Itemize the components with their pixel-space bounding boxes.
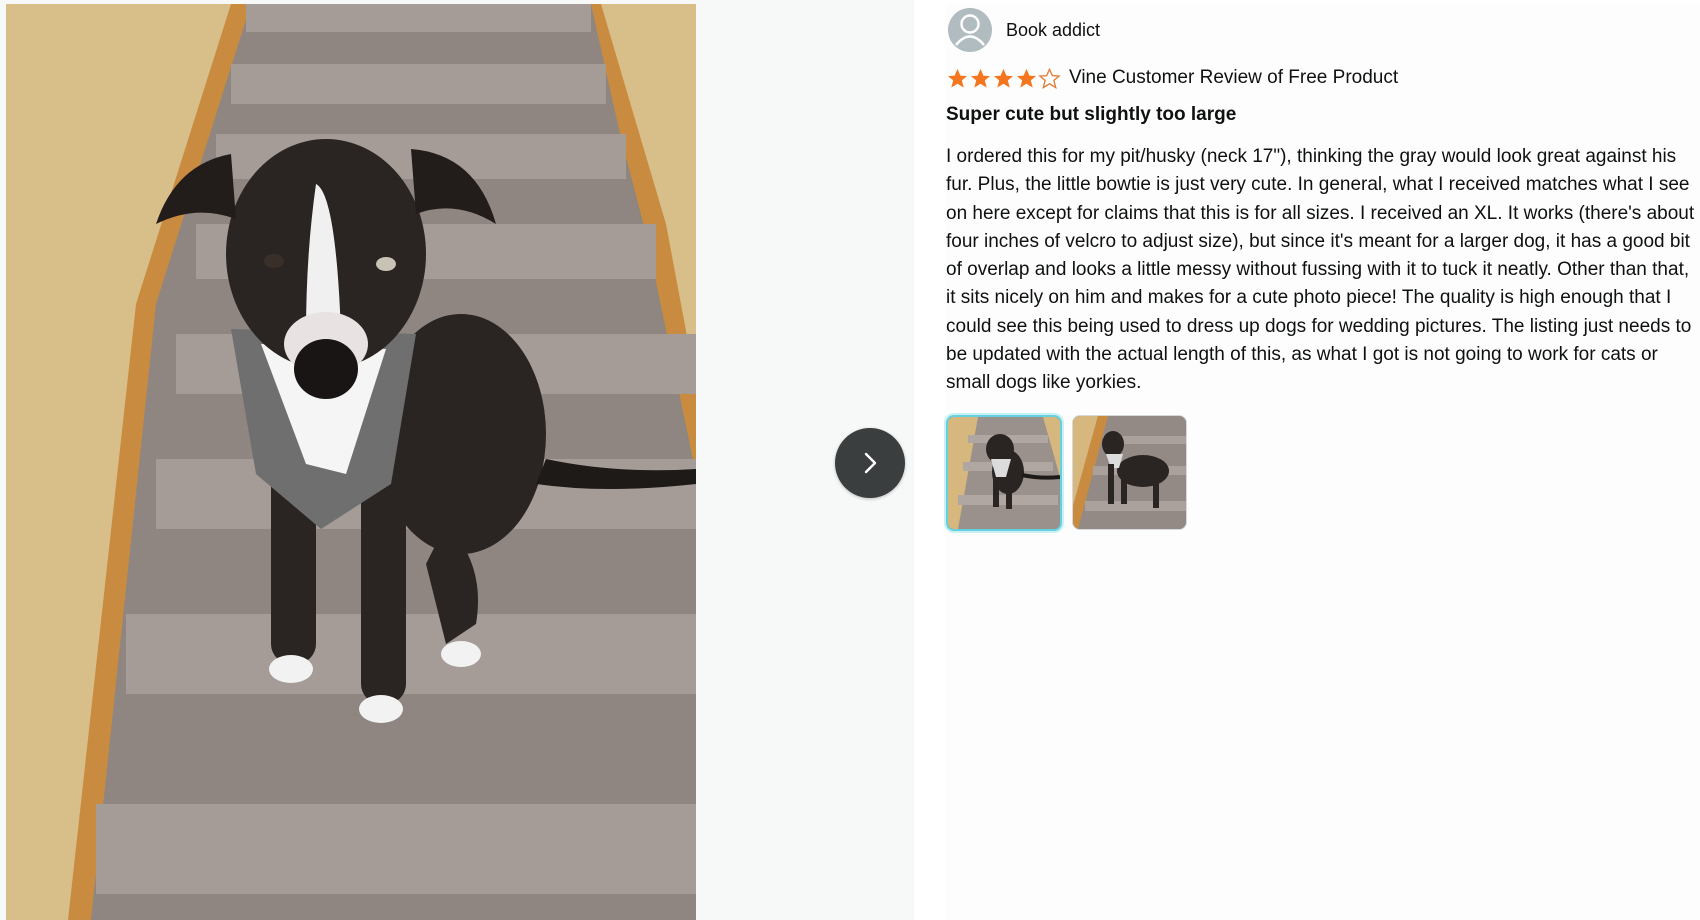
star-full-icon: [970, 68, 991, 88]
reviewer-profile[interactable]: Book addict: [948, 8, 1100, 52]
star-full-icon: [993, 68, 1014, 88]
review-body: I ordered this for my pit/husky (neck 17…: [946, 146, 1695, 394]
user-avatar-icon: [948, 8, 992, 52]
thumbnail-1[interactable]: [946, 415, 1062, 531]
reviewer-name[interactable]: Book addict: [1006, 20, 1100, 41]
star-empty-icon: [1038, 67, 1061, 89]
thumbnail-strip: [946, 415, 1197, 531]
main-review-photo: [6, 4, 696, 920]
thumbnail-2[interactable]: [1072, 415, 1187, 530]
star-full-icon: [1016, 68, 1037, 88]
star-rating: [946, 67, 1061, 90]
chevron-right-icon: [864, 452, 877, 474]
vine-review-label: Vine Customer Review of Free Product: [1069, 67, 1399, 88]
star-full-icon: [947, 68, 968, 88]
review-panel: Book addict Vine Customer Review of Free…: [946, 4, 1700, 920]
review-title: Super cute but slightly too large: [946, 104, 1237, 125]
image-viewer: [0, 0, 914, 920]
rating-row: Vine Customer Review of Free Product: [946, 64, 1398, 92]
next-image-button[interactable]: [835, 428, 905, 498]
